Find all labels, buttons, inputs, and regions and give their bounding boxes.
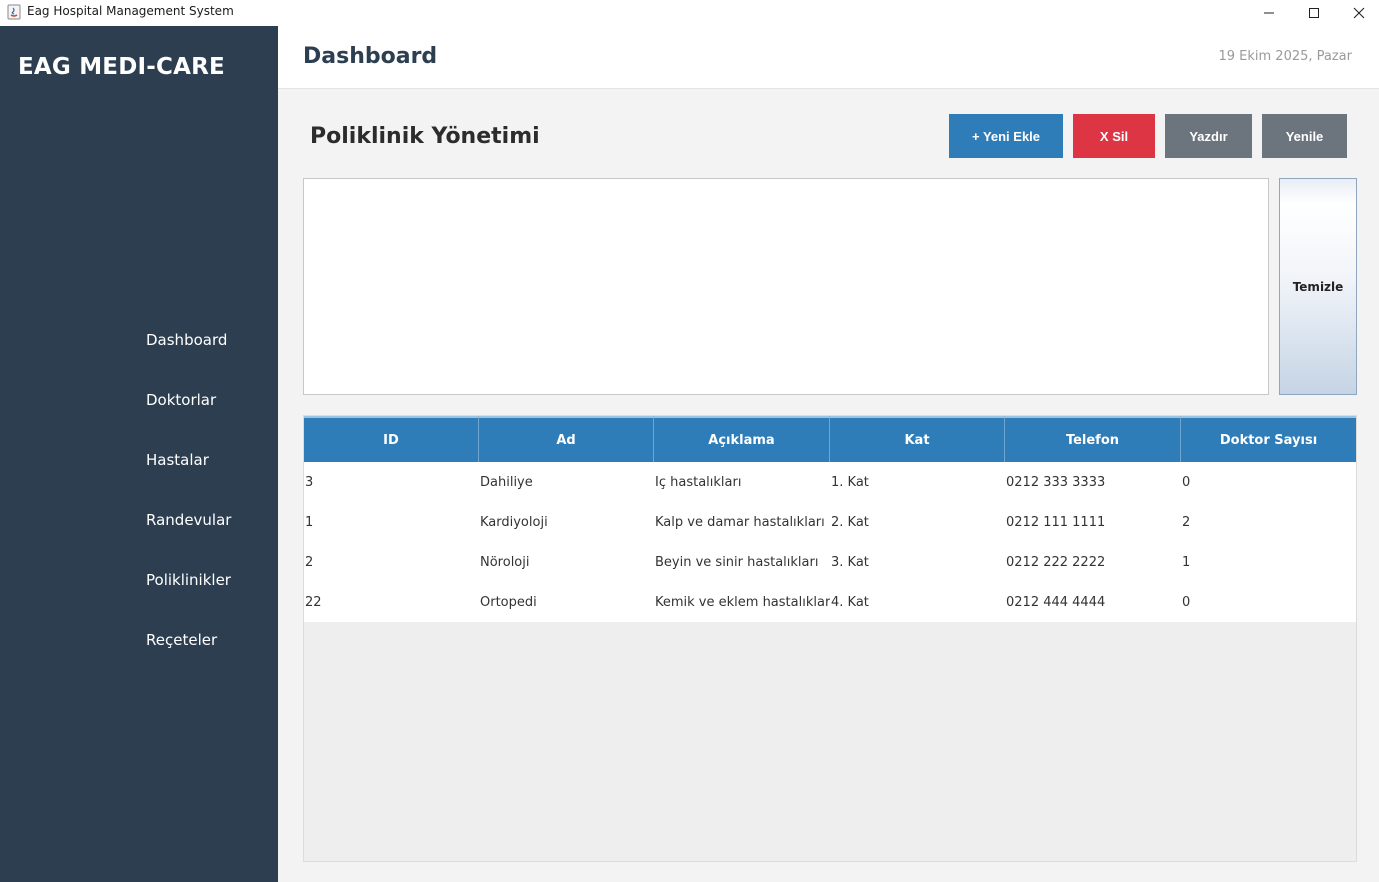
column-header-id[interactable]: ID	[304, 416, 479, 462]
sidebar-item-doktorlar[interactable]: Doktorlar	[146, 391, 216, 409]
cell-aciklama: Kemik ve eklem hastalıkları	[655, 594, 830, 610]
sidebar-item-poliklinikler[interactable]: Poliklinikler	[146, 571, 231, 589]
java-app-icon	[7, 4, 21, 20]
form-text-area[interactable]	[303, 178, 1269, 395]
cell-id: 1	[305, 514, 314, 530]
column-header-telefon[interactable]: Telefon	[1005, 416, 1181, 462]
cell-aciklama: İç hastalıkları	[655, 474, 742, 490]
column-header-ad[interactable]: Ad	[479, 416, 654, 462]
cell-id: 22	[305, 594, 322, 610]
cell-id: 3	[305, 474, 314, 490]
maximize-icon	[1309, 8, 1319, 18]
close-button[interactable]	[1336, 0, 1379, 26]
cell-ad: Dahiliye	[480, 474, 533, 490]
cell-telefon: 0212 333 3333	[1006, 474, 1106, 490]
cell-telefon: 0212 444 4444	[1006, 594, 1106, 610]
current-date: 19 Ekim 2025, Pazar	[1218, 49, 1352, 64]
clear-button[interactable]: Temizle	[1279, 178, 1357, 395]
maximize-button[interactable]	[1291, 0, 1337, 26]
cell-kat: 3. Kat	[831, 554, 869, 570]
cell-doktor-sayisi: 0	[1182, 594, 1191, 610]
print-button[interactable]: Yazdır	[1165, 114, 1252, 158]
cell-kat: 1. Kat	[831, 474, 869, 490]
table-header: ID Ad Açıklama Kat Telefon Doktor Sayısı	[304, 416, 1356, 462]
minimize-icon	[1264, 12, 1274, 14]
page-title: Dashboard	[303, 44, 438, 69]
cell-doktor-sayisi: 0	[1182, 474, 1191, 490]
polyclinic-table: ID Ad Açıklama Kat Telefon Doktor Sayısı…	[303, 415, 1357, 862]
cell-doktor-sayisi: 2	[1182, 514, 1191, 530]
cell-kat: 2. Kat	[831, 514, 869, 530]
table-body: 3 Dahiliye İç hastalıkları 1. Kat 0212 3…	[304, 462, 1356, 622]
cell-aciklama: Kalp ve damar hastalıkları	[655, 514, 825, 530]
cell-id: 2	[305, 554, 314, 570]
column-header-kat[interactable]: Kat	[830, 416, 1005, 462]
sidebar-item-hastalar[interactable]: Hastalar	[146, 451, 209, 469]
table-row[interactable]: 3 Dahiliye İç hastalıkları 1. Kat 0212 3…	[304, 462, 1356, 502]
brand-logo-text: EAG MEDI-CARE	[18, 54, 225, 80]
cell-doktor-sayisi: 1	[1182, 554, 1191, 570]
window-title: Eag Hospital Management System	[27, 4, 234, 18]
table-row[interactable]: 22 Ortopedi Kemik ve eklem hastalıkları …	[304, 582, 1356, 622]
close-icon	[1353, 7, 1365, 19]
sidebar-item-receteler[interactable]: Reçeteler	[146, 631, 217, 649]
sidebar-item-randevular[interactable]: Randevular	[146, 511, 231, 529]
delete-button[interactable]: X Sil	[1073, 114, 1155, 158]
sidebar: EAG MEDI-CARE	[0, 26, 278, 882]
cell-telefon: 0212 222 2222	[1006, 554, 1106, 570]
table-row[interactable]: 2 Nöroloji Beyin ve sinir hastalıkları 3…	[304, 542, 1356, 582]
cell-ad: Kardiyoloji	[480, 514, 548, 530]
page-header: Dashboard 19 Ekim 2025, Pazar	[278, 26, 1379, 89]
cell-telefon: 0212 111 1111	[1006, 514, 1106, 530]
add-new-button[interactable]: + Yeni Ekle	[949, 114, 1063, 158]
cell-aciklama: Beyin ve sinir hastalıkları	[655, 554, 819, 570]
cell-ad: Nöroloji	[480, 554, 530, 570]
minimize-button[interactable]	[1246, 0, 1292, 26]
window-title-bar: Eag Hospital Management System	[0, 0, 1379, 26]
sidebar-item-dashboard[interactable]: Dashboard	[146, 331, 227, 349]
cell-kat: 4. Kat	[831, 594, 869, 610]
refresh-button[interactable]: Yenile	[1262, 114, 1347, 158]
section-title: Poliklinik Yönetimi	[310, 124, 540, 149]
column-header-doktor-sayisi[interactable]: Doktor Sayısı	[1181, 416, 1356, 462]
table-row[interactable]: 1 Kardiyoloji Kalp ve damar hastalıkları…	[304, 502, 1356, 542]
column-header-aciklama[interactable]: Açıklama	[654, 416, 830, 462]
cell-ad: Ortopedi	[480, 594, 537, 610]
